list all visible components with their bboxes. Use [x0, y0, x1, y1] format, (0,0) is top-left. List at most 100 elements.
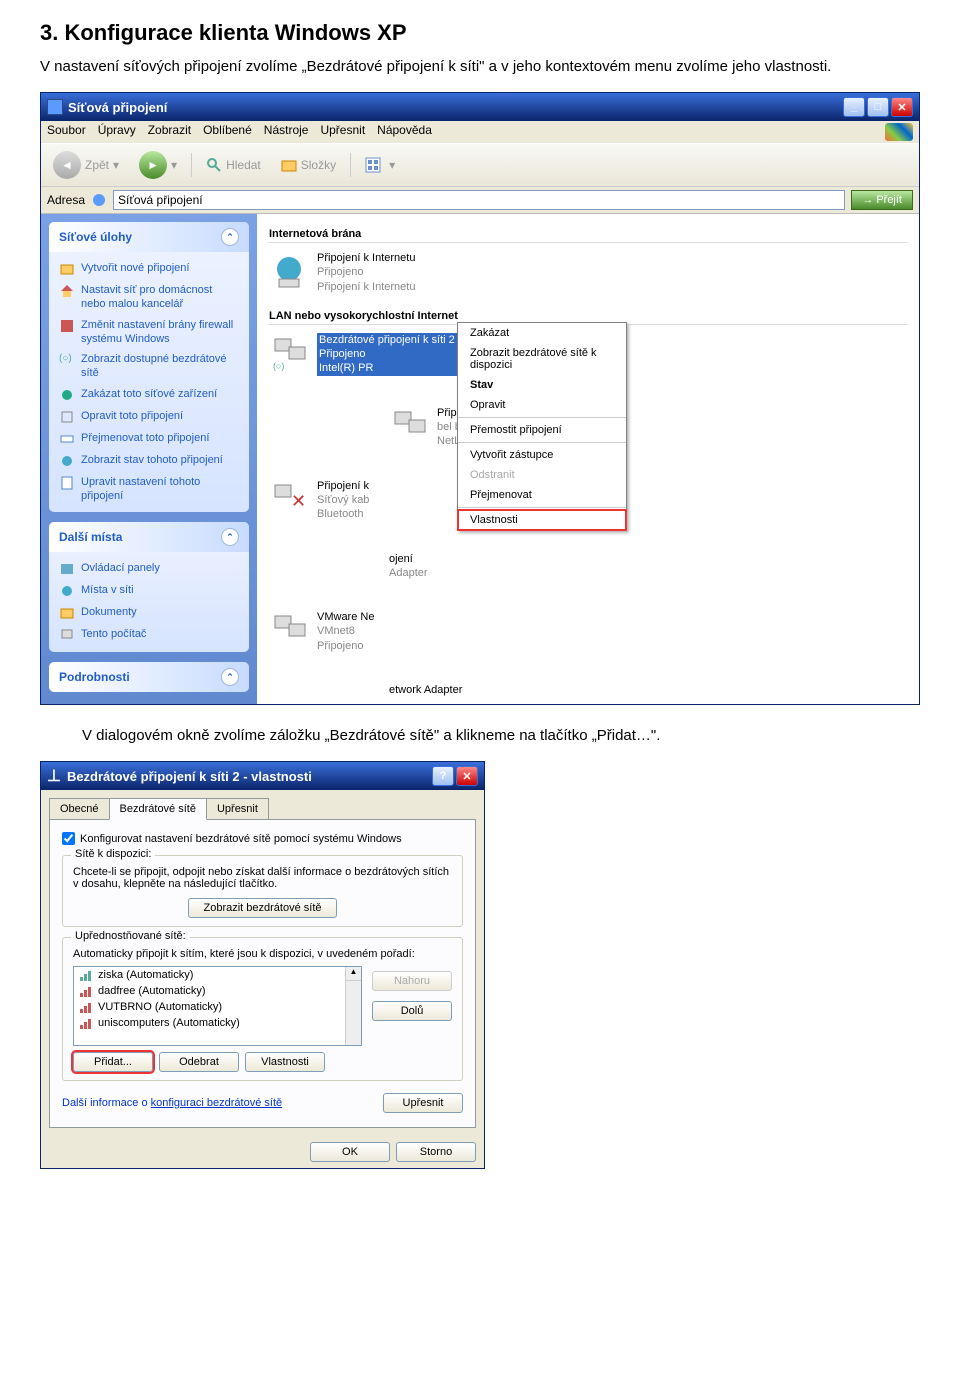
task-setup-home[interactable]: Nastavit síť pro domácnost nebo malou ka… [59, 280, 239, 315]
go-button[interactable]: → Přejít [851, 190, 913, 210]
ok-button[interactable]: OK [310, 1142, 390, 1162]
wireless-icon: (○) [269, 333, 309, 373]
preferred-networks-group: Upřednostňované sítě: Automaticky připoj… [62, 937, 463, 1081]
task-disable[interactable]: Zakázat toto síťové zařízení [59, 384, 239, 406]
task-repair[interactable]: Opravit toto připojení [59, 406, 239, 428]
preferred-networks-list[interactable]: ziska (Automaticky) dadfree (Automaticky… [73, 966, 362, 1046]
remove-button[interactable]: Odebrat [159, 1052, 239, 1072]
advanced-button[interactable]: Upřesnit [383, 1093, 463, 1113]
available-networks-group: Sítě k dispozici: Chcete-li se připojit,… [62, 855, 463, 927]
maximize-button[interactable]: □ [867, 97, 889, 117]
intro-paragraph: V nastavení síťových připojení zvolíme „… [40, 56, 920, 77]
list-item: dadfree (Automaticky) [74, 983, 361, 999]
menu-tools[interactable]: Nástroje [264, 123, 309, 141]
tab-content: Konfigurovat nastavení bezdrátové sítě p… [49, 819, 476, 1128]
menu-favorites[interactable]: Oblíbené [203, 123, 252, 141]
connection-adapter[interactable]: ojeníAdapter [389, 552, 649, 581]
wireless-config-link[interactable]: konfiguraci bezdrátové sítě [151, 1097, 282, 1109]
ctx-disable[interactable]: Zakázat [458, 323, 626, 343]
task-properties[interactable]: Upravit nastavení tohoto připojení [59, 472, 239, 507]
category-internet-gateway: Internetová brána [269, 228, 907, 243]
menu-bar: Soubor Úpravy Zobrazit Oblíbené Nástroje… [41, 121, 919, 143]
views-icon [365, 157, 385, 173]
place-control-panel[interactable]: Ovládací panely [59, 558, 239, 580]
list-item: uniscomputers (Automaticky) [74, 1015, 361, 1031]
task-firewall[interactable]: Změnit nastavení brány firewall systému … [59, 315, 239, 350]
scroll-up-icon[interactable]: ▲ [346, 967, 361, 981]
connections-content: Internetová brána Připojení k InternetuP… [257, 214, 919, 704]
network-tasks-header[interactable]: Síťové úlohy ⌃ [49, 222, 249, 252]
network-folder-icon [91, 192, 107, 208]
windows-logo-icon [885, 123, 913, 141]
ctx-create-shortcut[interactable]: Vytvořit zástupce [458, 445, 626, 465]
forward-button[interactable]: ► ▾ [133, 148, 183, 182]
task-create-connection[interactable]: Vytvořit nové připojení [59, 258, 239, 280]
connection-vmware[interactable]: VMware NeVMnet8Připojeno [269, 610, 529, 653]
window-titlebar[interactable]: Síťová připojení _ □ ✕ [41, 93, 919, 121]
task-rename[interactable]: Přejmenovat toto připojení [59, 428, 239, 450]
scrollbar[interactable]: ▲ [345, 967, 361, 1045]
views-button[interactable]: ▾ [359, 154, 401, 176]
details-panel: Podrobnosti ⌃ [49, 662, 249, 692]
folders-button[interactable]: Složky [275, 154, 342, 176]
separator [458, 417, 626, 418]
svg-text:✕: ✕ [291, 491, 306, 511]
address-label: Adresa [47, 193, 85, 207]
place-my-computer[interactable]: Tento počítač [59, 624, 239, 646]
search-button[interactable]: Hledat [200, 154, 267, 176]
ctx-rename[interactable]: Přejmenovat [458, 485, 626, 505]
other-places-header[interactable]: Další místa ⌃ [49, 522, 249, 552]
properties-button[interactable]: Vlastnosti [245, 1052, 325, 1072]
menu-file[interactable]: Soubor [47, 123, 86, 141]
move-up-button: Nahoru [372, 971, 452, 991]
tab-wireless[interactable]: Bezdrátové sítě [109, 798, 207, 820]
menu-view[interactable]: Zobrazit [148, 123, 191, 141]
group-title: Upřednostňované sítě: [71, 930, 190, 942]
collapse-icon[interactable]: ⌃ [221, 668, 239, 686]
move-down-button[interactable]: Dolů [372, 1001, 452, 1021]
other-places-panel: Další místa ⌃ Ovládací panely Místa v sí… [49, 522, 249, 652]
cancel-button[interactable]: Storno [396, 1142, 476, 1162]
lan-icon [389, 406, 429, 446]
close-button[interactable]: ✕ [891, 97, 913, 117]
connection-network-adapter[interactable]: etwork Adapter [389, 683, 649, 697]
help-button[interactable]: ? [432, 766, 454, 786]
ctx-properties[interactable]: Vlastnosti [458, 510, 626, 530]
task-status[interactable]: Zobrazit stav tohoto připojení [59, 450, 239, 472]
show-wireless-button[interactable]: Zobrazit bezdrátové sítě [188, 898, 336, 918]
toolbar: ◄Zpět ▾ ► ▾ Hledat Složky ▾ [41, 143, 919, 187]
collapse-icon[interactable]: ⌃ [221, 528, 239, 546]
tab-strip: Obecné Bezdrátové sítě Upřesnit [49, 798, 476, 819]
tab-general[interactable]: Obecné [49, 798, 110, 819]
place-network[interactable]: Místa v síti [59, 580, 239, 602]
tasks-sidebar: Síťové úlohy ⌃ Vytvořit nové připojení N… [41, 214, 257, 704]
back-button[interactable]: ◄Zpět ▾ [47, 148, 125, 182]
search-icon [206, 157, 222, 173]
address-input[interactable] [113, 190, 845, 210]
use-windows-config-checkbox[interactable] [62, 832, 75, 845]
ctx-repair[interactable]: Opravit [458, 395, 626, 415]
connection-internet[interactable]: Připojení k InternetuPřipojenoPřipojení … [269, 251, 529, 294]
menu-help[interactable]: Nápověda [377, 123, 432, 141]
network-connections-window: Síťová připojení _ □ ✕ Soubor Úpravy Zob… [40, 92, 920, 705]
close-button[interactable]: ✕ [456, 766, 478, 786]
network-adapter-icon: ✕ [269, 479, 309, 519]
network-connections-icon [47, 99, 63, 115]
ctx-status[interactable]: Stav [458, 375, 626, 395]
section-heading: 3. Konfigurace klienta Windows XP [40, 20, 920, 46]
svg-text:(○): (○) [273, 361, 284, 371]
tab-advanced[interactable]: Upřesnit [206, 798, 269, 819]
props-titlebar[interactable]: ⊥ Bezdrátové připojení k síti 2 - vlastn… [41, 762, 484, 790]
place-documents[interactable]: Dokumenty [59, 602, 239, 624]
task-view-wireless[interactable]: (○)Zobrazit dostupné bezdrátové sítě [59, 349, 239, 384]
ctx-bridge[interactable]: Přemostit připojení [458, 420, 626, 440]
collapse-icon[interactable]: ⌃ [221, 228, 239, 246]
menu-advanced[interactable]: Upřesnit [320, 123, 365, 141]
ctx-show-wireless[interactable]: Zobrazit bezdrátové sítě k dispozici [458, 343, 626, 375]
use-windows-config-label: Konfigurovat nastavení bezdrátové sítě p… [80, 833, 402, 845]
minimize-button[interactable]: _ [843, 97, 865, 117]
add-button[interactable]: Přidat... [73, 1052, 153, 1072]
details-header[interactable]: Podrobnosti ⌃ [49, 662, 249, 692]
network-tasks-panel: Síťové úlohy ⌃ Vytvořit nové připojení N… [49, 222, 249, 512]
menu-edit[interactable]: Úpravy [98, 123, 136, 141]
